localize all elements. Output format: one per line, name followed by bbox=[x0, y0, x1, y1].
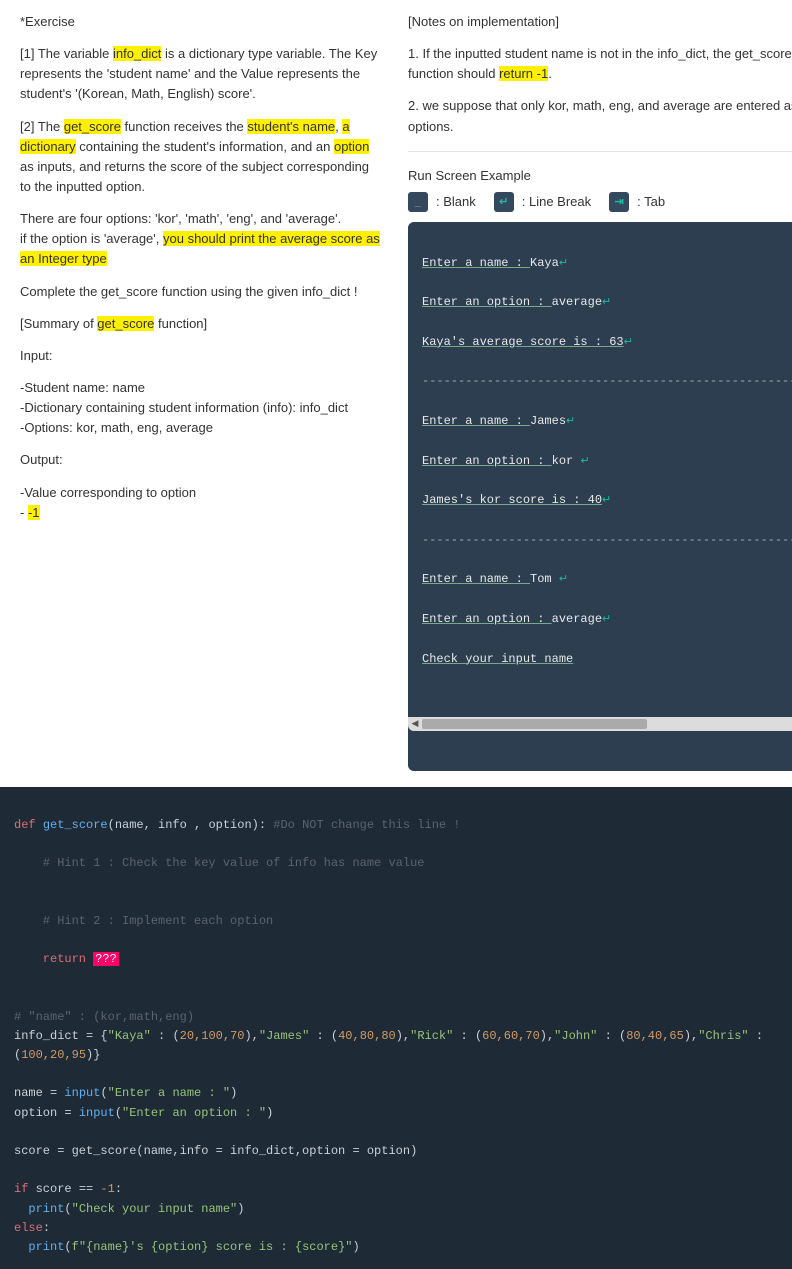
paragraph-options: There are four options: 'kor', 'math', '… bbox=[20, 209, 380, 229]
tab-icon: ⇥ bbox=[609, 192, 629, 212]
exercise-heading: *Exercise bbox=[20, 12, 380, 32]
linebreak-label: : Line Break bbox=[522, 194, 591, 209]
error-placeholder: ??? bbox=[93, 952, 119, 966]
terminal-output: Enter a name : Kaya↵ Enter an option : a… bbox=[408, 222, 792, 771]
right-column: [Notes on implementation] 1. If the inpu… bbox=[408, 12, 792, 771]
highlight-return-neg1: return -1 bbox=[499, 66, 548, 81]
blank-label: : Blank bbox=[436, 194, 476, 209]
exercise-content: *Exercise [1] The variable info_dict is … bbox=[0, 0, 792, 775]
summary-heading: [Summary of get_score function] bbox=[20, 314, 380, 334]
scrollbar-thumb[interactable] bbox=[422, 719, 647, 729]
highlight-get-score-2: get_score bbox=[97, 316, 154, 331]
left-column: *Exercise [1] The variable info_dict is … bbox=[20, 12, 380, 771]
input-list: -Student name: name-Dictionary containin… bbox=[20, 378, 380, 438]
paragraph-2: [2] The get_score function receives the … bbox=[20, 117, 380, 198]
code-editor[interactable]: def get_score(name, info , option): #Do … bbox=[0, 787, 792, 1269]
note-1: 1. If the inputted student name is not i… bbox=[408, 44, 792, 84]
scroll-left-icon[interactable]: ◀ bbox=[408, 717, 422, 732]
paragraph-1: [1] The variable info_dict is a dictiona… bbox=[20, 44, 380, 104]
highlight-student-name: student's name bbox=[247, 119, 335, 134]
highlight-info-dict: info_dict bbox=[113, 46, 161, 61]
horizontal-scrollbar[interactable]: ◀ ▶ bbox=[408, 717, 792, 731]
highlight-get-score: get_score bbox=[64, 119, 121, 134]
input-label: Input: bbox=[20, 346, 380, 366]
highlight-option: option bbox=[334, 139, 369, 154]
output-list: -Value corresponding to option- -1 bbox=[20, 483, 380, 523]
output-label: Output: bbox=[20, 450, 380, 470]
paragraph-complete: Complete the get_score function using th… bbox=[20, 282, 380, 302]
blank-icon: _ bbox=[408, 192, 428, 212]
linebreak-icon: ↵ bbox=[494, 192, 514, 212]
notes-title: [Notes on implementation] bbox=[408, 12, 792, 32]
note-2: 2. we suppose that only kor, math, eng, … bbox=[408, 96, 792, 136]
tab-label: : Tab bbox=[637, 194, 665, 209]
legend-row: _ : Blank ↵ : Line Break ⇥ : Tab bbox=[408, 192, 792, 212]
highlight-neg-one: -1 bbox=[28, 505, 40, 520]
paragraph-average: if the option is 'average', you should p… bbox=[20, 229, 380, 269]
run-screen-title: Run Screen Example bbox=[408, 166, 792, 186]
divider bbox=[408, 151, 792, 152]
